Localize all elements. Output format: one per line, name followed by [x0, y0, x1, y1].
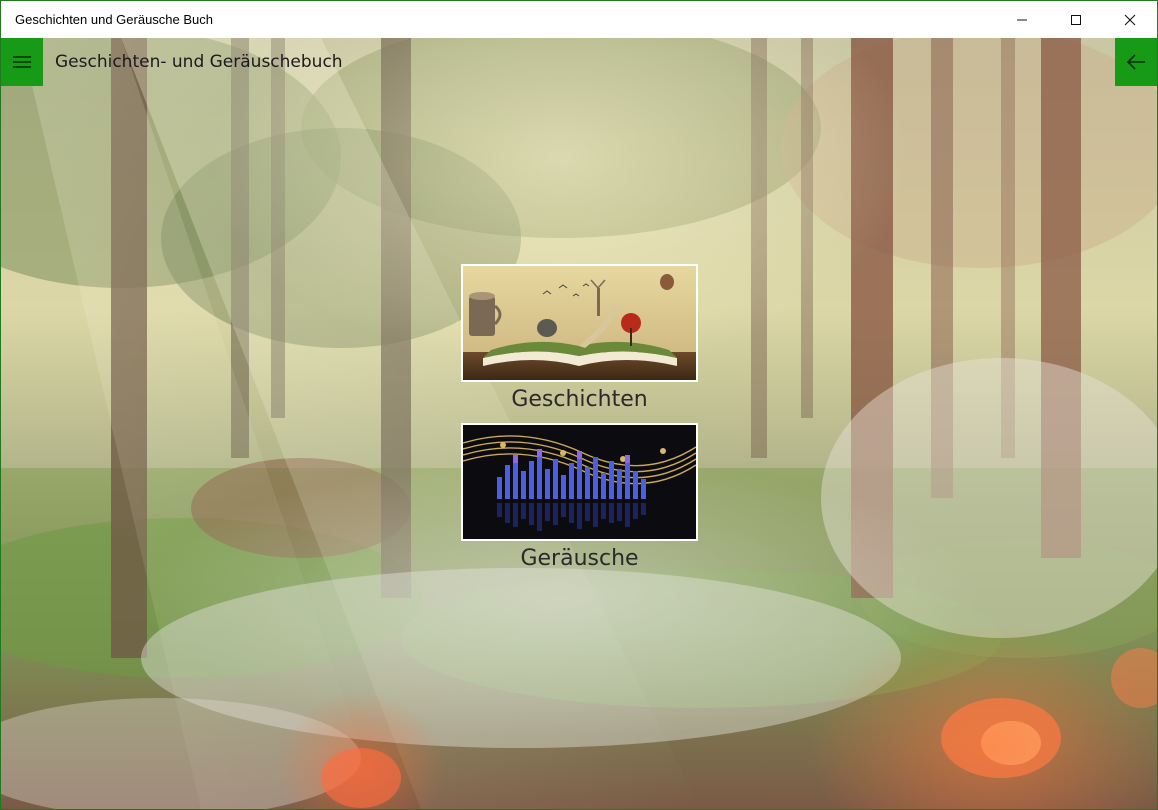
app-window: Geschichten und Geräusche Buch Geschicht…	[0, 0, 1158, 810]
close-button[interactable]	[1103, 1, 1157, 38]
maximize-icon	[1071, 14, 1081, 25]
hamburger-icon	[13, 56, 31, 68]
geschichten-label[interactable]: Geschichten	[461, 387, 698, 412]
app-bar: Geschichten- und Geräuschebuch	[1, 38, 1157, 86]
geschichten-tile[interactable]: Geschichten	[461, 264, 698, 412]
minimize-icon	[1017, 19, 1027, 20]
page-title: Geschichten- und Geräuschebuch	[55, 52, 343, 72]
window-titlebar[interactable]: Geschichten und Geräusche Buch	[1, 1, 1157, 38]
back-button[interactable]	[1115, 38, 1157, 86]
geraeusche-label[interactable]: Geräusche	[461, 546, 698, 571]
window-title: Geschichten und Geräusche Buch	[15, 12, 214, 27]
back-arrow-icon	[1126, 54, 1145, 70]
music-equalizer-image[interactable]	[461, 423, 698, 541]
open-book-landscape-image[interactable]	[461, 264, 698, 382]
close-icon	[1124, 14, 1136, 25]
app-content: Geschichten- und Geräuschebuch Geschicht…	[1, 38, 1157, 809]
geraeusche-tile[interactable]: Geräusche	[461, 423, 698, 571]
maximize-button[interactable]	[1049, 1, 1103, 38]
window-controls	[995, 1, 1157, 38]
menu-button[interactable]	[1, 38, 43, 86]
minimize-button[interactable]	[995, 1, 1049, 38]
